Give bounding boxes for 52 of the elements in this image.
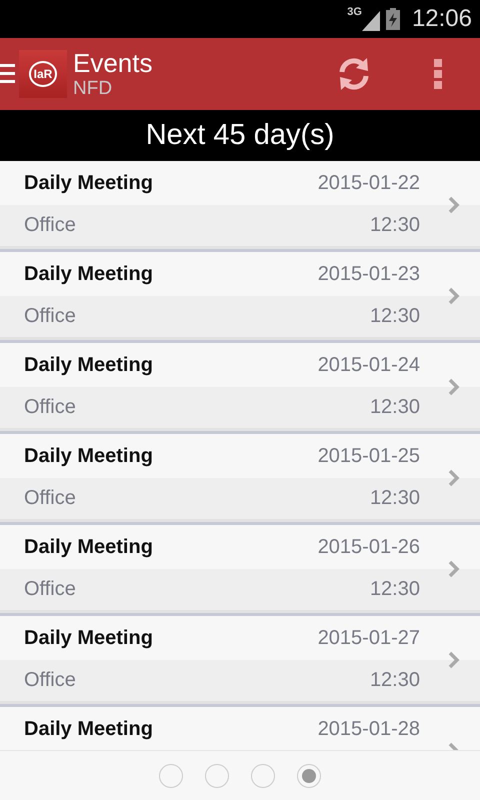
network-type: 3G xyxy=(347,6,362,18)
battery-charging-icon xyxy=(386,8,400,30)
event-row[interactable]: Daily Meeting 2015-01-26 Office 12:30 xyxy=(0,525,480,616)
event-location: Office xyxy=(24,487,76,510)
event-title: Daily Meeting xyxy=(24,172,153,194)
app-subtitle: NFD xyxy=(73,78,114,100)
event-location: Office xyxy=(24,214,76,237)
event-date: 2015-01-28 xyxy=(318,718,420,740)
event-row[interactable]: Daily Meeting 2015-01-22 Office 12:30 xyxy=(0,161,480,252)
event-time: 12:30 xyxy=(370,578,420,601)
event-date: 2015-01-23 xyxy=(318,262,420,286)
event-location: Office xyxy=(24,578,76,601)
menu-icon[interactable] xyxy=(0,63,15,85)
event-title: Daily Meeting xyxy=(24,718,153,740)
event-row[interactable]: Daily Meeting 2015-01-24 Office 12:30 xyxy=(0,343,480,434)
range-header: Next 45 day(s) xyxy=(0,110,480,161)
event-title: Daily Meeting xyxy=(24,626,153,650)
event-row[interactable]: Daily Meeting 2015-01-25 Office 12:30 xyxy=(0,434,480,525)
event-row[interactable]: Daily Meeting 2015-01-23 Office 12:30 xyxy=(0,252,480,343)
event-row[interactable]: Daily Meeting 2015-01-27 Office 12:30 xyxy=(0,616,480,707)
chevron-icon xyxy=(448,287,460,305)
event-location: Office xyxy=(24,669,76,692)
chevron-icon xyxy=(448,560,460,578)
event-time: 12:30 xyxy=(370,487,420,510)
page-indicator[interactable] xyxy=(297,764,321,788)
page-indicator[interactable] xyxy=(251,764,275,788)
chevron-icon xyxy=(448,651,460,669)
event-location: Office xyxy=(24,396,76,419)
chevron-icon xyxy=(448,378,460,396)
event-date: 2015-01-24 xyxy=(318,354,420,376)
page-indicator[interactable] xyxy=(159,764,183,788)
event-time: 12:30 xyxy=(370,396,420,419)
event-date: 2015-01-25 xyxy=(318,444,420,468)
event-date: 2015-01-27 xyxy=(318,626,420,650)
event-date: 2015-01-22 xyxy=(318,172,420,194)
event-title: Daily Meeting xyxy=(24,536,153,558)
overflow-menu-icon[interactable] xyxy=(434,59,442,89)
event-location: Office xyxy=(24,305,76,328)
event-time: 12:30 xyxy=(370,669,420,692)
event-title: Daily Meeting xyxy=(24,354,153,376)
app-title: Events xyxy=(73,48,154,78)
chevron-icon xyxy=(448,196,460,214)
chevron-icon xyxy=(448,469,460,487)
event-title: Daily Meeting xyxy=(24,444,153,468)
page-indicator[interactable] xyxy=(205,764,229,788)
event-title: Daily Meeting xyxy=(24,262,153,286)
event-time: 12:30 xyxy=(370,214,420,237)
event-date: 2015-01-26 xyxy=(318,536,420,558)
clock: 12:06 xyxy=(412,5,472,33)
event-time: 12:30 xyxy=(370,305,420,328)
signal-icon xyxy=(362,11,380,31)
app-logo[interactable]: IaR xyxy=(19,50,67,98)
